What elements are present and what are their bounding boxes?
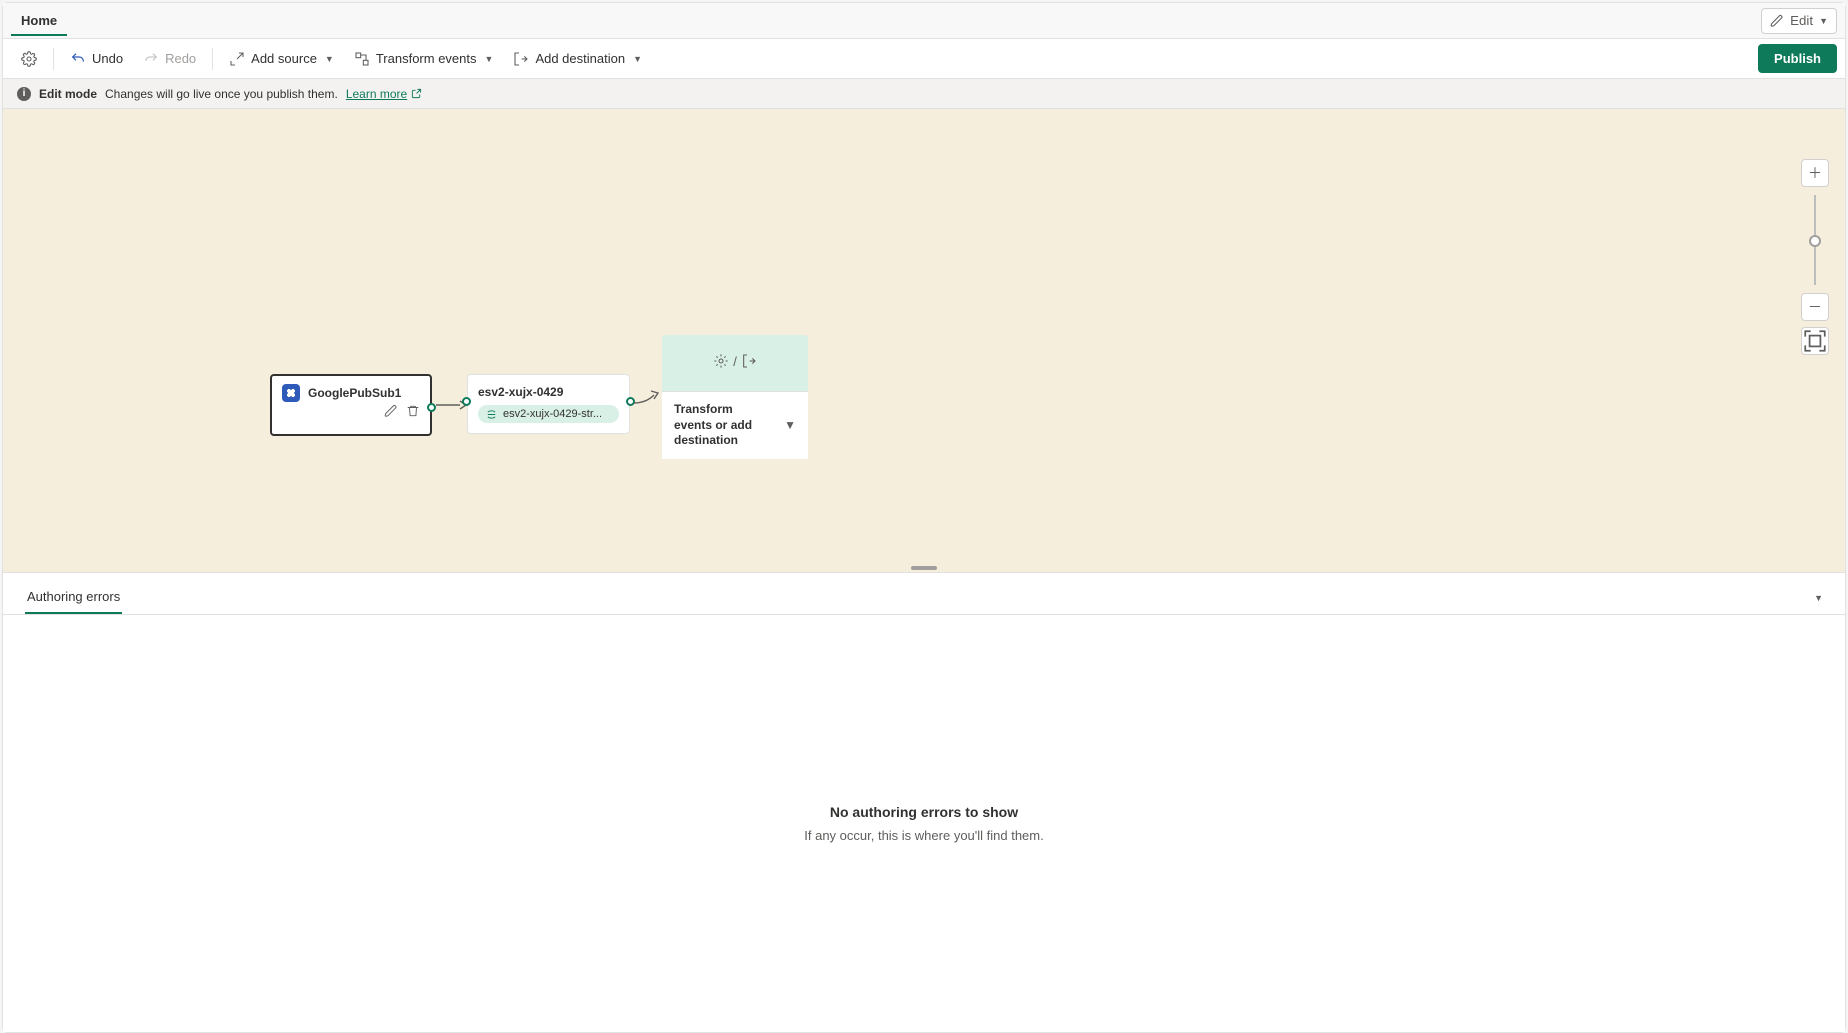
slash-separator: / — [733, 354, 737, 369]
transform-events-button[interactable]: Transform events ▼ — [344, 45, 504, 73]
stream-node-title: esv2-xujx-0429 — [478, 385, 619, 399]
chevron-down-icon: ▼ — [325, 54, 334, 64]
tab-authoring-errors[interactable]: Authoring errors — [25, 581, 122, 614]
gear-icon — [21, 51, 37, 67]
transform-events-label: Transform events — [376, 51, 477, 66]
input-port[interactable] — [462, 397, 471, 406]
transform-icon — [354, 51, 370, 67]
undo-label: Undo — [92, 51, 123, 66]
info-icon: i — [17, 87, 31, 101]
info-mode: Edit mode — [39, 87, 97, 101]
zoom-fit-button[interactable] — [1801, 327, 1829, 355]
redo-button[interactable]: Redo — [133, 45, 206, 73]
output-port[interactable] — [427, 403, 436, 412]
source-node[interactable]: GooglePubSub1 — [270, 374, 432, 436]
redo-icon — [143, 51, 159, 67]
bottom-panel: Authoring errors ▼ No authoring errors t… — [3, 572, 1845, 1032]
add-destination-label: Add destination — [535, 51, 625, 66]
chevron-down-icon: ▼ — [1819, 16, 1828, 26]
add-destination-icon — [513, 51, 529, 67]
stream-chip[interactable]: esv2-xujx-0429-str... — [478, 405, 619, 423]
tab-home[interactable]: Home — [11, 5, 67, 36]
zoom-in-button[interactable]: ＋ — [1801, 159, 1829, 187]
add-step-label: Transform events or add destination — [674, 402, 774, 449]
info-message: Changes will go live once you publish th… — [105, 87, 338, 101]
chevron-down-icon: ▼ — [633, 54, 642, 64]
learn-more-label: Learn more — [346, 87, 407, 101]
empty-state-subtitle: If any occur, this is where you'll find … — [804, 828, 1043, 843]
add-source-button[interactable]: Add source ▼ — [219, 45, 344, 73]
redo-label: Redo — [165, 51, 196, 66]
add-step-expander[interactable]: Transform events or add destination ▼ — [662, 391, 808, 459]
chevron-down-icon: ▼ — [485, 54, 494, 64]
pencil-icon[interactable] — [384, 404, 398, 418]
zoom-out-button[interactable]: － — [1801, 293, 1829, 321]
stream-icon — [486, 409, 497, 420]
external-link-icon — [411, 88, 422, 99]
fit-screen-icon — [1802, 328, 1828, 354]
chevron-down-icon[interactable]: ▼ — [1814, 593, 1823, 603]
chevron-down-icon: ▼ — [784, 418, 796, 434]
publish-button[interactable]: Publish — [1758, 44, 1837, 73]
add-source-icon — [229, 51, 245, 67]
pencil-icon — [1770, 14, 1784, 28]
toolbar: Undo Redo Add source ▼ Transform events … — [3, 39, 1845, 79]
add-step-node[interactable]: / Transform events or add destination ▼ — [662, 335, 808, 459]
stream-chip-label: esv2-xujx-0429-str... — [503, 408, 602, 420]
pipeline-canvas[interactable]: ＋ － GooglePubSub1 — [3, 109, 1845, 572]
edit-mode-label: Edit — [1790, 13, 1813, 28]
learn-more-link[interactable]: Learn more — [346, 87, 422, 101]
header-tabs: Home — [11, 5, 67, 36]
zoom-controls: ＋ － — [1801, 159, 1829, 355]
google-pubsub-icon — [282, 384, 300, 402]
zoom-slider-thumb[interactable] — [1809, 235, 1821, 247]
edit-mode-dropdown[interactable]: Edit ▼ — [1761, 8, 1837, 34]
settings-button[interactable] — [11, 45, 47, 73]
undo-button[interactable]: Undo — [60, 45, 133, 73]
trash-icon[interactable] — [406, 404, 420, 418]
panel-resize-handle[interactable] — [911, 566, 937, 570]
output-port[interactable] — [626, 397, 635, 406]
connector-arrow — [634, 389, 664, 409]
header-bar: Home Edit ▼ — [3, 3, 1845, 39]
empty-state-title: No authoring errors to show — [830, 804, 1018, 820]
add-source-label: Add source — [251, 51, 317, 66]
source-node-title: GooglePubSub1 — [308, 386, 401, 400]
undo-icon — [70, 51, 86, 67]
add-destination-button[interactable]: Add destination ▼ — [503, 45, 652, 73]
info-bar: i Edit mode Changes will go live once yo… — [3, 79, 1845, 109]
transform-icon — [713, 353, 729, 369]
zoom-slider[interactable] — [1814, 195, 1816, 285]
destination-icon — [741, 353, 757, 369]
stream-node[interactable]: esv2-xujx-0429 esv2-xujx-0429-str... — [467, 374, 630, 434]
